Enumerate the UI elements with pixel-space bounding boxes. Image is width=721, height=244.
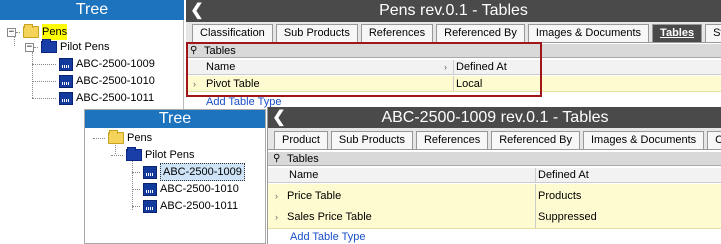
- callout-highlight-box: [186, 42, 542, 97]
- back-tree-node-pens[interactable]: − Pens: [7, 24, 68, 40]
- tab-overflow[interactable]: Sta: [705, 24, 721, 42]
- collapse-toggle-icon[interactable]: −: [25, 42, 34, 52]
- add-table-type-link[interactable]: Add Table Type: [290, 231, 365, 243]
- back-tree-node-pilot-pens[interactable]: − Pilot Pens: [25, 39, 110, 55]
- back-tree-item[interactable]: ABC-2500-1011: [32, 90, 154, 106]
- product-item-icon: [143, 182, 157, 196]
- tab-references[interactable]: References: [415, 131, 489, 149]
- tab-overflow[interactable]: Com: [707, 131, 721, 149]
- pin-icon[interactable]: ⚲: [273, 152, 280, 166]
- tree-line: [111, 154, 123, 156]
- back-tab-bar: Classification Sub Products References R…: [186, 22, 721, 43]
- tree-line: [132, 188, 140, 190]
- column-name[interactable]: Name: [289, 168, 318, 183]
- tab-tables[interactable]: Tables: [652, 24, 703, 42]
- folder-icon: [23, 24, 39, 38]
- product-item-icon: [143, 199, 157, 213]
- front-grid-title: Tables: [287, 153, 319, 165]
- tab-images-documents[interactable]: Images & Documents: [527, 24, 650, 42]
- folder-icon: [108, 130, 124, 144]
- tree-line: [32, 80, 56, 82]
- back-title-bar: ❮ Pens rev.0.1 - Tables: [186, 0, 721, 22]
- node-label: ABC-2500-1011: [76, 92, 155, 104]
- product-item-icon: [59, 91, 73, 105]
- node-label: Pilot Pens: [145, 149, 195, 161]
- row-name: Sales Price Table: [287, 211, 372, 223]
- front-column-header: Name Defined At: [268, 168, 721, 183]
- back-tree-item[interactable]: ABC-2500-1010: [32, 73, 155, 89]
- front-title-bar: ❮ ABC-2500-1009 rev.0.1 - Tables: [268, 107, 721, 128]
- front-tree-node-pilot-pens[interactable]: Pilot Pens: [111, 147, 195, 163]
- tab-images-documents[interactable]: Images & Documents: [583, 131, 705, 149]
- tab-sub-products[interactable]: Sub Products: [330, 131, 413, 149]
- tab-sub-products[interactable]: Sub Products: [275, 24, 358, 42]
- blue-folder-icon: [41, 39, 57, 53]
- node-label: ABC-2500-1010: [76, 75, 155, 87]
- tree-line: [32, 97, 56, 99]
- front-panel-title: ABC-2500-1009 rev.0.1 - Tables: [381, 109, 609, 126]
- tree-line: [16, 31, 20, 33]
- product-item-icon: [59, 57, 73, 71]
- tree-line: [32, 63, 56, 65]
- node-label: Pilot Pens: [60, 41, 110, 53]
- node-label: Pens: [42, 24, 68, 40]
- tab-referenced-by[interactable]: Referenced By: [436, 24, 525, 42]
- back-tree-item[interactable]: ABC-2500-1009: [32, 56, 155, 72]
- table-row[interactable]: › Sales Price Table Suppressed: [268, 205, 721, 229]
- tab-product[interactable]: Product: [274, 131, 328, 149]
- column-separator: [535, 168, 536, 182]
- front-tree-panel: Tree Pens Pilot Pens ABC-2500-1009 ABC-2…: [84, 109, 266, 244]
- node-label: ABC-2500-1011: [160, 200, 239, 212]
- product-item-icon: [59, 74, 73, 88]
- front-tree-node-pens[interactable]: Pens: [93, 130, 152, 146]
- tree-line: [132, 205, 140, 207]
- tab-references[interactable]: References: [360, 24, 434, 42]
- blue-folder-icon: [126, 147, 142, 161]
- expand-row-icon[interactable]: ›: [275, 205, 278, 229]
- back-tree-title: Tree: [0, 0, 184, 20]
- tree-line: [34, 46, 38, 48]
- front-tree-title: Tree: [85, 110, 265, 128]
- tab-referenced-by[interactable]: Referenced By: [491, 131, 580, 149]
- product-item-icon: [143, 165, 157, 179]
- tree-line: [132, 171, 140, 173]
- column-separator: [535, 184, 536, 207]
- tree-line: [93, 137, 105, 139]
- row-defined-at: Suppressed: [538, 211, 597, 223]
- tab-classification[interactable]: Classification: [192, 24, 273, 42]
- front-tab-bar: Product Sub Products References Referenc…: [268, 128, 721, 150]
- front-tree-item[interactable]: ABC-2500-1010: [132, 181, 239, 197]
- front-tree-item-selected[interactable]: ABC-2500-1009: [132, 163, 245, 181]
- column-separator: [535, 205, 536, 228]
- node-label: Pens: [127, 132, 153, 144]
- collapse-toggle-icon[interactable]: −: [7, 27, 16, 37]
- node-label: ABC-2500-1009: [76, 58, 155, 70]
- front-add-link[interactable]: Add Table Type: [290, 231, 365, 243]
- node-label: ABC-2500-1009: [160, 163, 245, 181]
- front-grid-header: ⚲ Tables: [268, 152, 721, 166]
- front-tree-item[interactable]: ABC-2500-1011: [132, 198, 238, 214]
- back-panel-title: Pens rev.0.1 - Tables: [379, 2, 528, 19]
- back-arrow-icon[interactable]: ❮: [272, 110, 286, 126]
- column-defined-at[interactable]: Defined At: [538, 168, 589, 183]
- front-detail-panel: ❮ ABC-2500-1009 rev.0.1 - Tables Product…: [267, 107, 721, 244]
- back-arrow-icon[interactable]: ❮: [190, 3, 204, 19]
- node-label: ABC-2500-1010: [160, 183, 239, 195]
